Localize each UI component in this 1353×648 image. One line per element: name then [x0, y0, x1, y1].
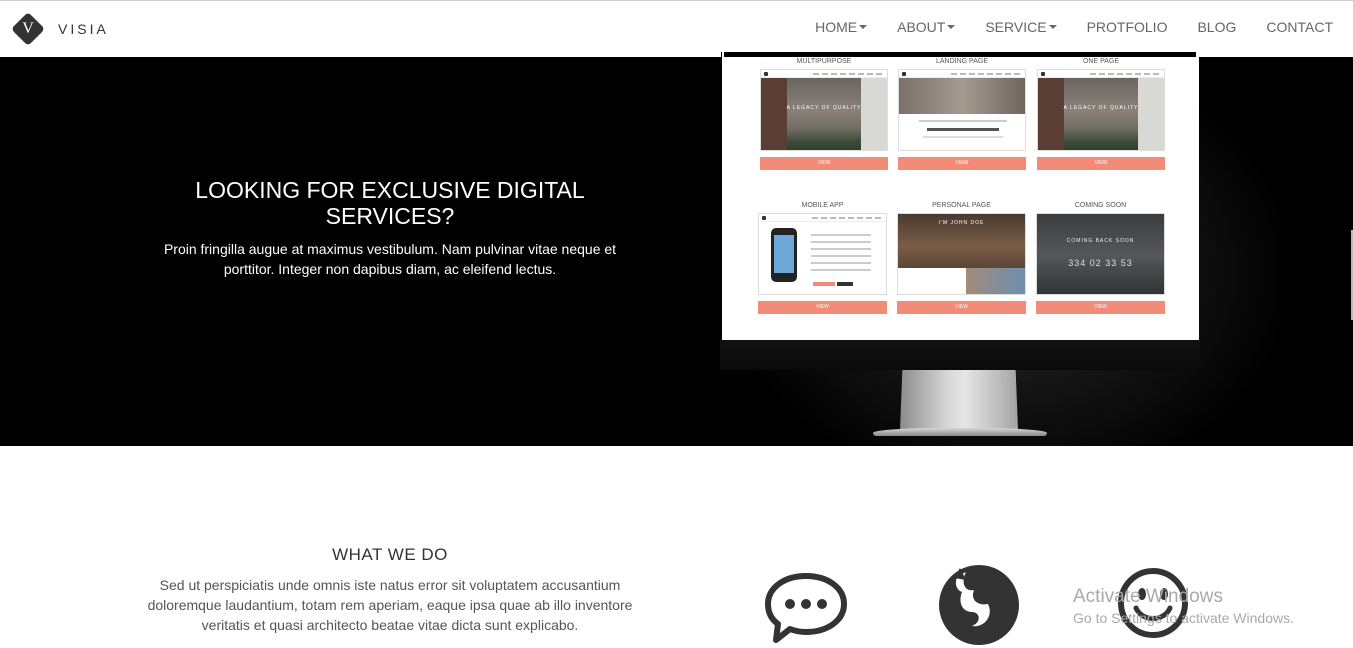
text-line — [919, 120, 1007, 122]
watermark-line2: Go to Settings to activate Windows. — [1073, 610, 1294, 626]
activate-windows-watermark: Activate Windows Go to Settings to activ… — [1073, 586, 1294, 626]
tile-thumbnail[interactable]: A LEGACY OF QUALITY — [760, 69, 888, 151]
monitor-top-edge — [724, 52, 1196, 57]
view-button[interactable]: VIEW — [898, 157, 1026, 170]
caret-down-icon — [1048, 25, 1057, 29]
logo-letter: V — [22, 20, 34, 37]
tile-label: LANDING PAGE — [936, 58, 988, 65]
thumb-caption: I'M JOHN DOE — [938, 220, 985, 226]
tile-multipurpose: MULTIPURPOSE A LEGACY OF QUALITY VIEW — [760, 57, 888, 170]
thumb-navbar — [1038, 70, 1164, 78]
thumb-navbar — [899, 70, 1025, 78]
nav-home-label: HOME — [815, 19, 858, 35]
tile-thumbnail[interactable] — [898, 69, 1026, 151]
logo-text: VISIA — [58, 21, 109, 37]
phone-image — [771, 228, 797, 282]
text-line — [923, 136, 1003, 138]
monitor-base — [873, 428, 1047, 436]
tile-thumbnail[interactable]: COMING BACK SOON 334 02 33 53 — [1036, 213, 1165, 295]
view-button[interactable]: VIEW — [760, 157, 888, 170]
tile-label: ONE PAGE — [1082, 58, 1120, 65]
monitor-screen: MULTIPURPOSE A LEGACY OF QUALITY VIEW LA… — [721, 52, 1199, 340]
nav-service[interactable]: SERVICE — [985, 19, 1057, 35]
nav-about-label: ABOUT — [897, 19, 946, 35]
tile-mobile-app: MOBILE APP VIEW — [758, 201, 887, 314]
logo-mark-icon: V — [11, 12, 45, 46]
text-line — [927, 128, 999, 131]
countdown: 334 02 33 53 — [1068, 258, 1133, 268]
text-block — [898, 268, 966, 294]
nav-home[interactable]: HOME — [815, 19, 868, 35]
tile-thumbnail[interactable]: I'M JOHN DOE — [897, 213, 1026, 295]
view-button[interactable]: VIEW — [897, 301, 1026, 314]
tile-coming-soon: COMING SOON COMING BACK SOON 334 02 33 5… — [1036, 201, 1165, 314]
what-we-do-text: Sed ut perspiciatis unde omnis iste natu… — [147, 577, 633, 633]
tile-personal-page: PERSONAL PAGE I'M JOHN DOE VIEW — [897, 201, 1026, 314]
main-menu: HOME ABOUT SERVICE PROTFOLIO BLOG CONTAC… — [785, 19, 1333, 35]
chat-icon — [765, 573, 847, 643]
thumb-caption: A LEGACY OF QUALITY — [786, 105, 862, 111]
firefox-icon — [939, 565, 1019, 645]
top-navbar: V VISIA HOME ABOUT SERVICE PROTFOLIO BLO… — [0, 0, 1353, 57]
room-image — [761, 78, 887, 150]
hero-text: Proin fringilla augue at maximus vestibu… — [163, 241, 617, 277]
view-button[interactable]: VIEW — [1036, 301, 1165, 314]
monitor-stand — [900, 370, 1018, 430]
monitor-bezel — [720, 340, 1200, 370]
tile-one-page: ONE PAGE A LEGACY OF QUALITY VIEW — [1037, 57, 1165, 170]
thumb-navbar — [759, 214, 886, 222]
thumb-button — [813, 282, 835, 286]
logo[interactable]: V VISIA — [11, 12, 109, 46]
landing-hero-image — [899, 78, 1025, 114]
nav-about[interactable]: ABOUT — [897, 19, 956, 35]
text-lines — [811, 234, 871, 274]
tile-thumbnail[interactable]: A LEGACY OF QUALITY — [1037, 69, 1165, 151]
nav-blog[interactable]: BLOG — [1197, 19, 1236, 35]
nav-portfolio[interactable]: PROTFOLIO — [1087, 19, 1168, 35]
thumb-navbar — [761, 70, 887, 78]
caret-down-icon — [947, 25, 956, 29]
tile-label: MULTIPURPOSE — [796, 58, 852, 65]
hero-title: LOOKING FOR EXCLUSIVE DIGITAL SERVICES? — [195, 177, 585, 229]
view-button[interactable]: VIEW — [1037, 157, 1165, 170]
thumb-caption: COMING BACK SOON — [1066, 238, 1135, 244]
coming-soon-image — [1037, 214, 1164, 294]
watermark-line1: Activate Windows — [1073, 586, 1223, 607]
nav-contact[interactable]: CONTACT — [1266, 19, 1333, 35]
tile-label: COMING SOON — [1074, 202, 1127, 209]
thumb-button — [837, 282, 853, 286]
nav-contact-label: CONTACT — [1266, 19, 1333, 35]
caret-down-icon — [859, 25, 868, 29]
tile-label: MOBILE APP — [801, 202, 844, 209]
view-button[interactable]: VIEW — [758, 301, 887, 314]
what-we-do-title: WHAT WE DO — [332, 545, 448, 564]
tile-landing-page: LANDING PAGE VIEW — [898, 57, 1026, 170]
nav-service-label: SERVICE — [985, 19, 1047, 35]
tile-thumbnail[interactable] — [758, 213, 887, 295]
nav-portfolio-label: PROTFOLIO — [1086, 19, 1168, 35]
room-image — [1038, 78, 1164, 150]
photo-image — [966, 268, 1025, 294]
nav-blog-label: BLOG — [1197, 19, 1237, 35]
thumb-caption: A LEGACY OF QUALITY — [1063, 105, 1139, 111]
tile-label: PERSONAL PAGE — [932, 202, 991, 209]
